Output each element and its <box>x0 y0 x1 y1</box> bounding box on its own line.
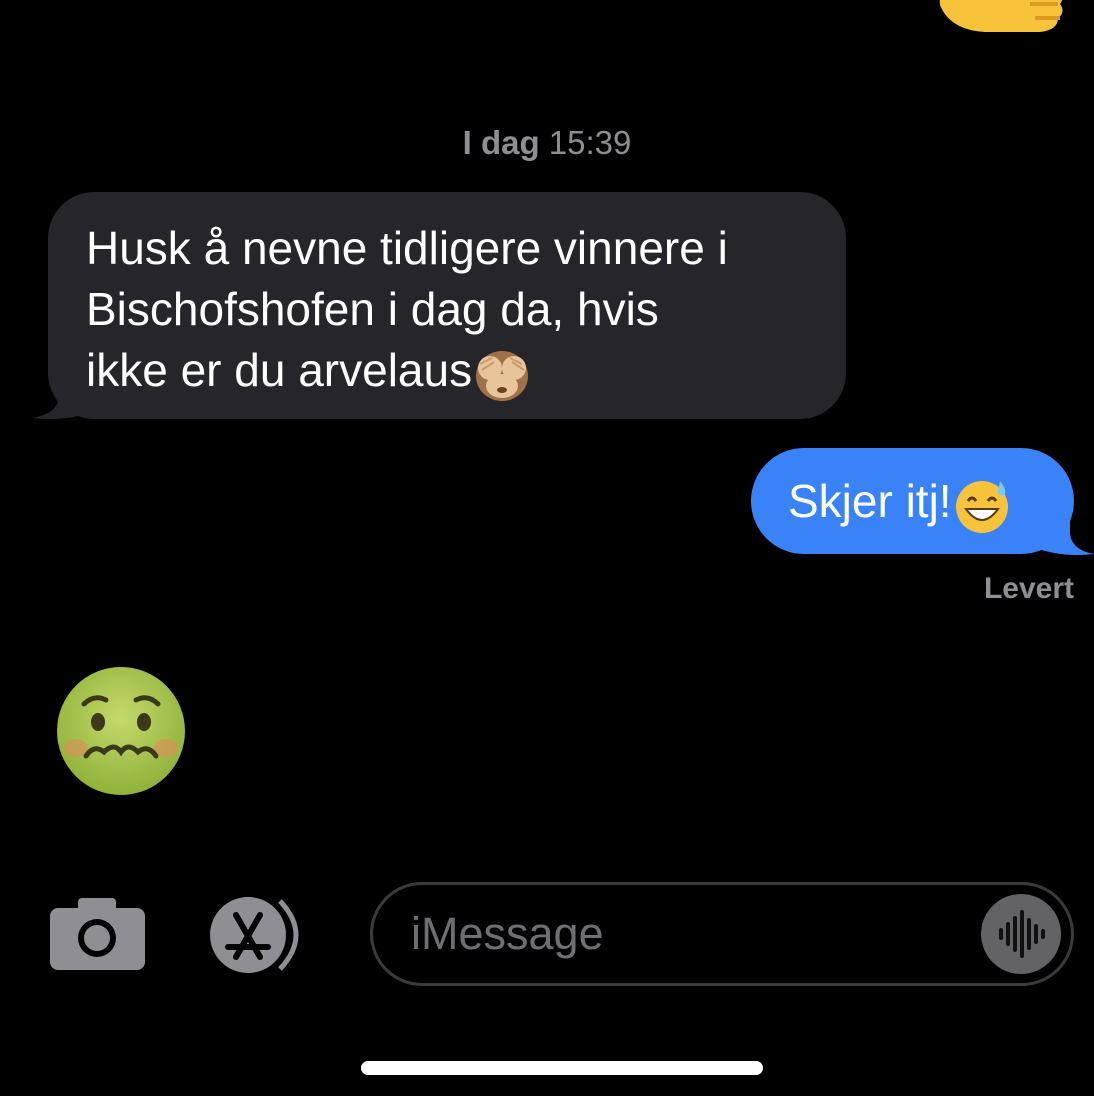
timestamp-day: I dag <box>462 124 540 161</box>
incoming-message-bubble[interactable]: Husk å nevne tidligere vinnere i Bischof… <box>48 192 846 419</box>
thumbs-up-icon <box>939 0 1063 32</box>
camera-icon[interactable] <box>50 898 145 970</box>
incoming-message-line-3: ikke er du arvelaus <box>86 340 810 404</box>
incoming-message-line-1: Husk å nevne tidligere vinnere i <box>86 222 728 274</box>
delivery-status: Levert <box>983 572 1074 605</box>
outgoing-message-text: Skjer itj! <box>788 475 952 527</box>
imessage-input[interactable]: iMessage <box>370 882 1074 986</box>
audio-message-button[interactable] <box>981 894 1061 974</box>
nauseated-face-icon[interactable] <box>54 664 188 798</box>
message-timestamp: I dag 15:39 <box>0 124 1094 162</box>
timestamp-time: 15:39 <box>548 124 632 161</box>
incoming-message-line-3-text: ikke er du arvelaus <box>86 344 473 396</box>
grinning-sweat-icon <box>955 480 1008 533</box>
see-no-evil-monkey-icon <box>476 350 529 401</box>
imessage-input-placeholder: iMessage <box>411 908 604 959</box>
app-store-icon[interactable] <box>208 895 318 975</box>
incoming-message-line-2: Bischofshofen i dag da, hvis <box>86 283 659 335</box>
outgoing-message-bubble[interactable]: Skjer itj! <box>751 448 1074 554</box>
messages-screen: I dag 15:39 Husk å nevne tidligere vinne… <box>0 0 1094 1096</box>
audio-waveform-icon <box>999 910 1045 958</box>
home-indicator[interactable] <box>361 1061 763 1075</box>
